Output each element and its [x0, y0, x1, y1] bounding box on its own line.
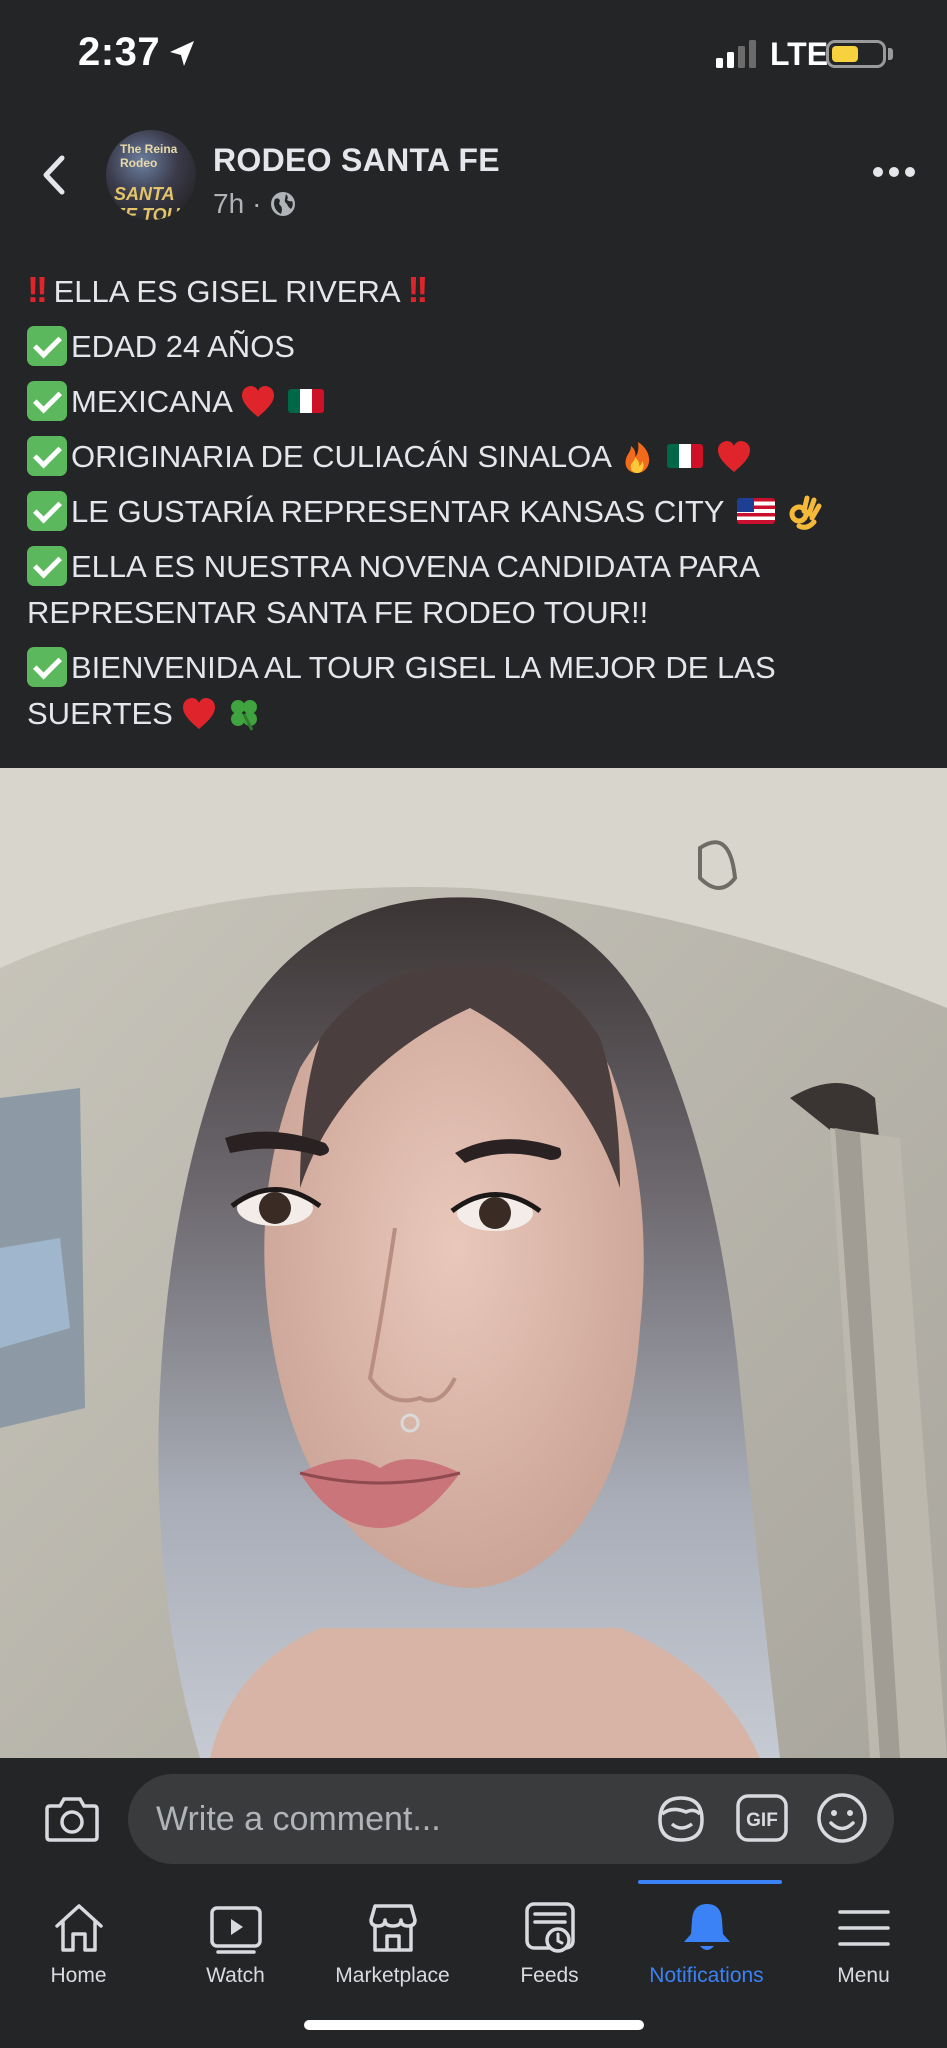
- location-arrow-icon: [170, 41, 194, 66]
- four-leaf-clover-emoji: [231, 699, 258, 731]
- ok-hand-emoji: [789, 495, 822, 530]
- cellular-signal-icon: [716, 40, 756, 68]
- tab-label: Notifications: [649, 1964, 764, 1987]
- check-mark-emoji: [27, 545, 67, 586]
- battery-icon: [826, 40, 886, 68]
- check-mark-emoji: [27, 490, 67, 531]
- comment-placeholder: Write a comment...: [156, 1800, 441, 1838]
- marketplace-icon: [368, 1904, 417, 1952]
- feeds-icon: [524, 1902, 575, 1953]
- check-mark-emoji: [27, 380, 67, 421]
- avatar-logo-text: The Reina Rodeo: [120, 142, 178, 170]
- check-mark-emoji: [27, 646, 67, 687]
- post-line: EDAD 24 AÑOS: [27, 319, 927, 374]
- gif-icon[interactable]: GIF: [734, 1790, 790, 1846]
- tab-marketplace[interactable]: Marketplace: [314, 1880, 471, 1990]
- emoji-icon[interactable]: [814, 1790, 870, 1846]
- double-exclamation-emoji: !!: [27, 269, 48, 310]
- back-button[interactable]: [36, 150, 76, 200]
- tab-home[interactable]: Home: [0, 1880, 157, 1990]
- avatar-sticker-icon[interactable]: [652, 1790, 710, 1848]
- post-meta: 7h ·: [213, 188, 297, 220]
- post-line: MEXICANA: [27, 374, 927, 429]
- comment-input[interactable]: Write a comment... GIF: [128, 1774, 894, 1864]
- svg-text:GIF: GIF: [746, 1810, 778, 1831]
- status-time: 2:37: [78, 30, 161, 74]
- post-line-text: ORIGINARIA DE CULIACÁN SINALOA: [71, 439, 611, 474]
- status-bar: 2:37 LTE: [0, 0, 947, 110]
- tab-watch[interactable]: Watch: [157, 1880, 314, 1990]
- post-line-text: EDAD 24 AÑOS: [71, 329, 295, 364]
- battery-level: [832, 46, 859, 62]
- post-line: ORIGINARIA DE CULIACÁN SINALOA: [27, 429, 927, 484]
- mexico-flag-emoji: [288, 388, 325, 413]
- post-line-text: ELLA ES GISEL RIVERA: [53, 274, 399, 309]
- camera-icon[interactable]: [44, 1792, 100, 1844]
- menu-icon: [837, 1910, 890, 1946]
- mexico-flag-emoji: [667, 443, 704, 468]
- more-options-button[interactable]: [870, 162, 920, 182]
- bottom-tab-bar: Home Watch Marketplace Feeds Notificatio…: [0, 1880, 947, 2048]
- check-mark-emoji: [27, 435, 67, 476]
- post-line: LE GUSTARÍA REPRESENTAR KANSAS CITY: [27, 484, 927, 539]
- bell-icon: [683, 1904, 730, 1950]
- red-heart-emoji: [183, 697, 216, 729]
- post-photo[interactable]: [0, 768, 947, 1758]
- post-text: !! ELLA ES GISEL RIVERA !! EDAD 24 AÑOS …: [27, 262, 927, 741]
- tab-label: Marketplace: [335, 1964, 450, 1987]
- double-exclamation-emoji: !!: [407, 269, 428, 310]
- post-line: BIENVENIDA AL TOUR GISEL LA MEJOR DE LAS…: [27, 640, 927, 741]
- post-line-text: LE GUSTARÍA REPRESENTAR KANSAS CITY: [71, 494, 724, 529]
- post-line: ELLA ES NUESTRA NOVENA CANDIDATA PARA RE…: [27, 539, 927, 640]
- red-heart-emoji: [718, 440, 751, 472]
- red-heart-emoji: [241, 385, 274, 417]
- tab-feeds[interactable]: Feeds: [471, 1880, 628, 1990]
- post-line-text: MEXICANA: [71, 384, 232, 419]
- usa-flag-emoji: [736, 497, 775, 524]
- post-line: !! ELLA ES GISEL RIVERA !!: [27, 262, 927, 319]
- tab-label: Feeds: [520, 1964, 579, 1987]
- home-icon: [54, 1904, 103, 1952]
- page-name[interactable]: RODEO SANTA FE: [213, 142, 500, 179]
- post-header: The Reina Rodeo SANTA FE TOUR RODEO SANT…: [0, 120, 947, 230]
- tab-label: Menu: [837, 1964, 890, 1987]
- network-type: LTE: [770, 36, 829, 72]
- post-line-text: ELLA ES NUESTRA NOVENA CANDIDATA PARA RE…: [27, 549, 759, 630]
- avatar-logo-subtext: SANTA FE TOUR: [114, 184, 193, 220]
- battery-nub: [888, 48, 893, 60]
- home-indicator: [304, 2020, 644, 2030]
- globe-icon: [271, 192, 296, 216]
- post-time[interactable]: 7h: [213, 188, 244, 220]
- tab-notifications[interactable]: Notifications: [628, 1880, 785, 1990]
- fire-emoji: [625, 441, 649, 473]
- watch-icon: [209, 1906, 262, 1954]
- tab-menu[interactable]: Menu: [785, 1880, 942, 1990]
- check-mark-emoji: [27, 325, 67, 366]
- comment-bar: Write a comment... GIF: [0, 1762, 947, 1880]
- tab-label: Watch: [206, 1964, 265, 1987]
- selfie-illustration: [0, 768, 947, 1758]
- meta-separator: ·: [252, 188, 262, 219]
- post-line-text: BIENVENIDA AL TOUR GISEL LA MEJOR DE LAS…: [27, 650, 776, 731]
- page-avatar[interactable]: The Reina Rodeo SANTA FE TOUR: [106, 130, 196, 220]
- tab-label: Home: [50, 1964, 107, 1987]
